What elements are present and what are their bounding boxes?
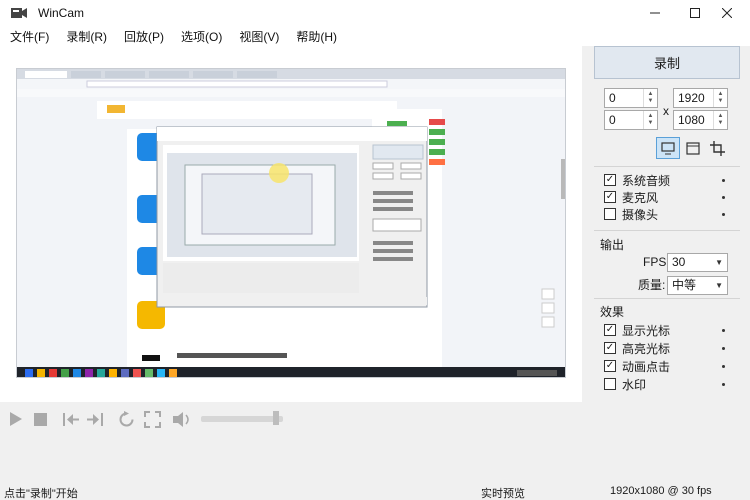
region-width-input[interactable]: 1920 ▲ ▼ xyxy=(673,88,728,108)
options-dot-icon[interactable] xyxy=(722,383,725,386)
show-cursor-checkbox[interactable]: ✓ 显示光标 xyxy=(604,322,670,338)
highlight-cursor-label: 高亮光标 xyxy=(622,341,671,356)
region-x-value: 0 xyxy=(609,91,616,105)
watermark-label: 水印 xyxy=(622,377,647,392)
menu-options[interactable]: 选项(O) xyxy=(181,28,222,45)
options-dot-icon[interactable] xyxy=(722,347,725,350)
status-hint: 点击"录制"开始 xyxy=(4,488,78,500)
region-y-value: 0 xyxy=(609,113,616,127)
capture-window-button[interactable] xyxy=(681,137,705,159)
animate-clicks-label: 动画点击 xyxy=(622,359,671,374)
microphone-checkbox[interactable]: ✓ 麦克风 xyxy=(604,189,658,205)
highlight-cursor-checkbox[interactable]: ✓ 高亮光标 xyxy=(604,340,670,356)
loop-icon[interactable] xyxy=(118,411,135,428)
maximize-icon xyxy=(690,8,700,18)
options-dot-icon[interactable] xyxy=(722,365,725,368)
checkbox-box[interactable]: ✓ xyxy=(604,360,616,372)
stop-icon[interactable] xyxy=(34,413,47,426)
output-section-title: 输出 xyxy=(600,238,625,252)
menu-playback[interactable]: 回放(P) xyxy=(124,28,164,45)
fps-label: FPS: xyxy=(643,255,670,269)
volume-slider[interactable] xyxy=(201,416,283,422)
options-dot-icon[interactable] xyxy=(722,179,725,182)
close-icon xyxy=(722,8,732,18)
crop-icon xyxy=(710,140,725,156)
options-dot-icon[interactable] xyxy=(722,329,725,332)
region-x-input[interactable]: 0 ▲ ▼ xyxy=(604,88,658,108)
options-dot-icon[interactable] xyxy=(722,213,725,216)
live-preview-image xyxy=(16,68,566,378)
region-y-input[interactable]: 0 ▲ ▼ xyxy=(604,110,658,130)
status-resolution: 1920x1080 @ 30 fps xyxy=(610,485,712,497)
divider xyxy=(594,298,740,299)
spin-arrows-icon[interactable]: ▲ ▼ xyxy=(713,89,727,107)
webcam-checkbox[interactable]: 摄像头 xyxy=(604,206,658,222)
window-icon xyxy=(686,141,700,155)
menu-record[interactable]: 录制(R) xyxy=(66,28,107,45)
skip-back-icon[interactable] xyxy=(63,413,79,426)
preview-area xyxy=(0,46,582,402)
animate-clicks-checkbox[interactable]: ✓ 动画点击 xyxy=(604,358,670,374)
show-cursor-label: 显示光标 xyxy=(622,323,671,338)
menu-file[interactable]: 文件(F) xyxy=(10,28,49,45)
capture-region-button[interactable] xyxy=(706,137,730,159)
skip-forward-icon[interactable] xyxy=(87,413,103,426)
region-height-value: 1080 xyxy=(678,113,705,127)
dimension-separator: x xyxy=(663,104,669,118)
quality-label: 质量: xyxy=(638,278,666,292)
menu-view[interactable]: 视图(V) xyxy=(239,28,279,45)
fps-select[interactable]: 30 ▼ xyxy=(667,253,728,272)
monitor-icon xyxy=(661,141,675,154)
status-mode: 实时预览 xyxy=(481,488,525,500)
window-title: WinCam xyxy=(38,6,85,20)
system-audio-label: 系统音频 xyxy=(622,173,671,188)
effects-section-title: 效果 xyxy=(600,305,625,319)
spin-arrows-icon[interactable]: ▲ ▼ xyxy=(643,111,657,129)
menu-bar: 文件(F) 录制(R) 回放(P) 选项(O) 视图(V) 帮助(H) xyxy=(0,26,750,46)
options-dot-icon[interactable] xyxy=(722,196,725,199)
region-width-value: 1920 xyxy=(678,91,705,105)
divider xyxy=(594,166,740,167)
minimize-icon xyxy=(650,12,660,14)
fps-value: 30 xyxy=(672,255,686,269)
camera-icon xyxy=(11,8,27,18)
checkbox-box[interactable] xyxy=(604,378,616,390)
status-bar: 点击"录制"开始 实时预览 1920x1080 @ 30 fps xyxy=(0,484,750,500)
checkbox-box[interactable]: ✓ xyxy=(604,174,616,186)
checkbox-box[interactable]: ✓ xyxy=(604,191,616,203)
record-button[interactable]: 录制 xyxy=(594,46,740,79)
system-audio-checkbox[interactable]: ✓ 系统音频 xyxy=(604,172,670,188)
menu-help[interactable]: 帮助(H) xyxy=(296,28,337,45)
microphone-label: 麦克风 xyxy=(622,190,659,205)
chevron-down-icon: ▼ xyxy=(715,281,723,290)
play-icon[interactable] xyxy=(9,411,23,427)
spin-arrows-icon[interactable]: ▲ ▼ xyxy=(713,111,727,129)
volume-icon[interactable] xyxy=(172,411,192,428)
watermark-checkbox[interactable]: 水印 xyxy=(604,376,646,392)
spin-arrows-icon[interactable]: ▲ ▼ xyxy=(643,89,657,107)
checkbox-box[interactable] xyxy=(604,208,616,220)
volume-slider-thumb[interactable] xyxy=(273,411,280,425)
quality-value: 中等 xyxy=(672,278,697,292)
playback-area xyxy=(0,438,582,484)
webcam-label: 摄像头 xyxy=(622,207,659,222)
capture-screen-button[interactable] xyxy=(656,137,680,159)
chevron-down-icon: ▼ xyxy=(715,258,723,267)
quality-select[interactable]: 中等 ▼ xyxy=(667,276,728,295)
region-height-input[interactable]: 1080 ▲ ▼ xyxy=(673,110,728,130)
checkbox-box[interactable]: ✓ xyxy=(604,342,616,354)
close-button[interactable] xyxy=(704,0,750,26)
fullscreen-icon[interactable] xyxy=(144,411,161,428)
divider xyxy=(594,230,740,231)
checkbox-box[interactable]: ✓ xyxy=(604,324,616,336)
